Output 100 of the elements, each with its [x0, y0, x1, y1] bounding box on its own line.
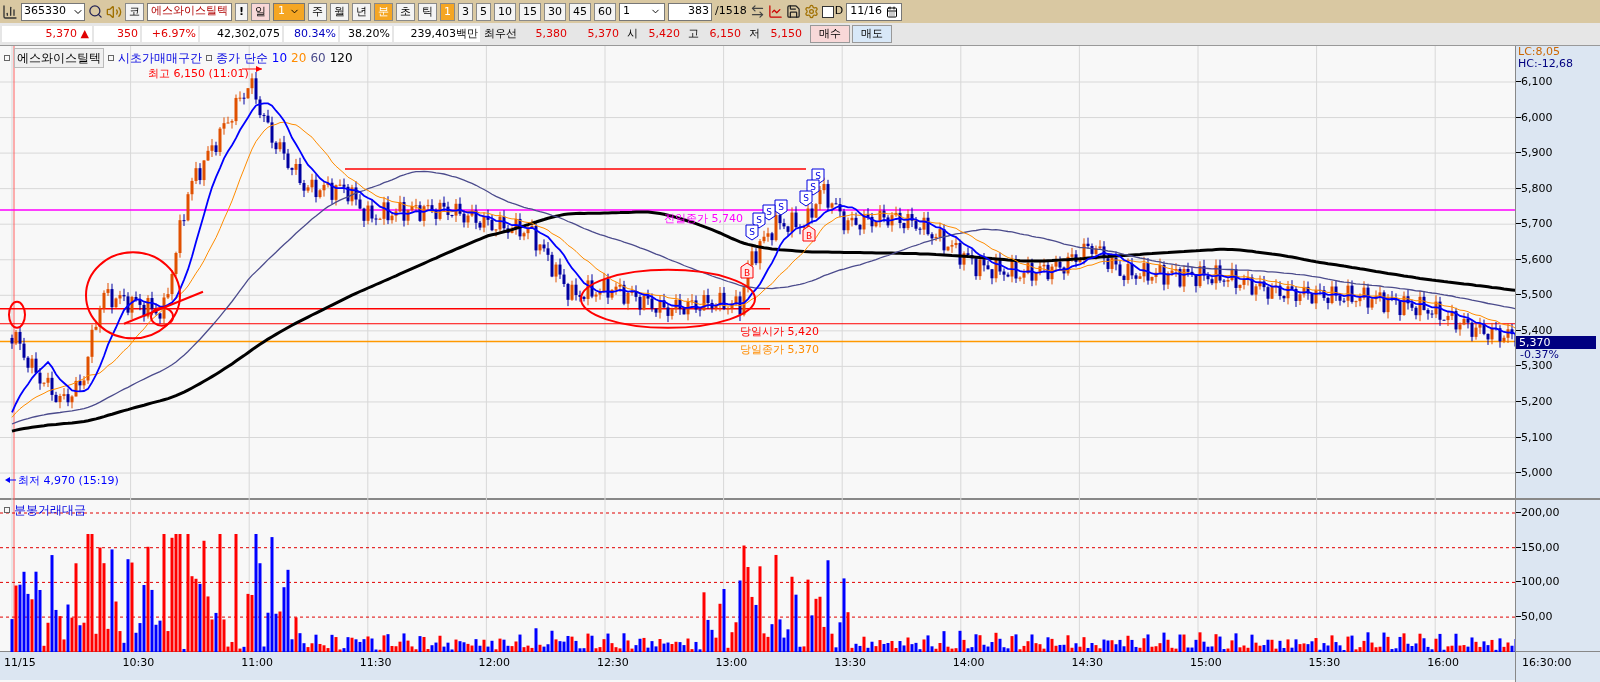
amount-text: 239,403백만 — [394, 25, 480, 43]
current-rate-label: -0.37% — [1520, 348, 1559, 360]
ratio-text: 38.20% — [340, 25, 392, 43]
chart-annotation: 당일시가 5,420 — [740, 325, 819, 338]
legend-marker-icon — [4, 55, 10, 61]
time-axis-label: 10:30 — [122, 655, 155, 671]
count-field[interactable]: 383 — [668, 2, 713, 21]
code-field[interactable]: 365330 — [21, 2, 85, 21]
period-tab[interactable]: 틱 — [418, 2, 438, 21]
volume-axis-label: 200,00 — [1521, 507, 1560, 518]
legend-marker-icon — [206, 55, 212, 61]
period-tab[interactable]: 년 — [352, 2, 372, 21]
price-axis-label: 6,000 — [1521, 111, 1553, 123]
time-axis-label: 11/15 — [4, 655, 36, 671]
highlight-ellipse — [8, 300, 26, 329]
ma-legend: 종가 단순 — [216, 49, 268, 67]
calendar-icon — [885, 5, 898, 18]
ma-period-legend: 60 — [310, 49, 326, 67]
low-text: 5,150 — [769, 25, 802, 42]
time-axis-label: 12:30 — [597, 655, 629, 671]
ma-period-legend: 20 — [291, 49, 307, 67]
buy-signal-marker: B — [740, 262, 754, 279]
time-axis-label: 16:00 — [1427, 655, 1459, 671]
minute-tab[interactable]: 5 — [476, 2, 492, 21]
time-axis-label: 11:30 — [359, 655, 392, 671]
total-count: /1518 — [715, 3, 747, 20]
chart-annotation: 최저 4,970 (15:19) — [18, 474, 119, 487]
sell-signal-marker: S — [745, 224, 759, 241]
ma-period-legend: 120 — [329, 49, 353, 67]
hc-label: HC:-12,68 — [1518, 58, 1574, 69]
arrow-icon — [5, 477, 17, 483]
price-axis-label: 5,500 — [1521, 289, 1553, 301]
save-icon[interactable] — [785, 4, 801, 19]
market-button[interactable]: 코 — [125, 2, 144, 21]
bid-text: 5,370 — [586, 25, 619, 42]
rate-text: +6.97% — [142, 25, 198, 43]
period-tab[interactable]: 월 — [330, 2, 350, 21]
price-axis-label: 5,200 — [1521, 395, 1553, 407]
price-axis-label: 5,700 — [1521, 218, 1553, 230]
legend-marker-icon — [108, 55, 114, 61]
lc-label: LC:8,05 — [1518, 46, 1560, 57]
volume-axis-label: 50,00 — [1521, 611, 1553, 623]
best-label: 최우선 — [483, 25, 518, 42]
interval-field[interactable]: 1 — [619, 2, 666, 21]
checkbox[interactable] — [821, 5, 834, 18]
price-axis-label: 5,300 — [1521, 360, 1553, 372]
time-axis-label: 11:00 — [241, 655, 273, 671]
high-label: 고 — [687, 25, 699, 42]
time-axis-label: 12:00 — [478, 655, 511, 671]
alert-button[interactable]: ! — [235, 2, 249, 21]
change-text: 350 — [94, 25, 140, 43]
current-price-tag: 5,370 — [1516, 335, 1596, 349]
price-axis-label: 5,400 — [1521, 324, 1553, 336]
minute-tab[interactable]: 15 — [519, 2, 542, 21]
open-label: 시 — [626, 25, 638, 42]
volume-legend: 분봉거래대금 — [14, 501, 86, 519]
time-axis-label: 14:00 — [952, 655, 985, 671]
transfer-icon[interactable] — [749, 4, 765, 19]
period-tab[interactable]: 주 — [308, 2, 328, 21]
sell-button[interactable]: 매도 — [852, 25, 892, 43]
volume-axis-label: 150,00 — [1521, 541, 1560, 553]
date-field[interactable]: 11/16 — [846, 2, 902, 21]
time-axis-label: 16:30:00 — [1522, 655, 1572, 671]
minute-tab[interactable]: 3 — [458, 2, 474, 21]
ma-period-legend: 10 — [271, 49, 288, 67]
open-text: 5,420 — [647, 25, 680, 42]
time-axis-label: 14:30 — [1071, 655, 1104, 671]
price-axis-label: 5,600 — [1521, 253, 1553, 265]
minute-tab[interactable]: 60 — [594, 2, 617, 21]
volume-text: 42,302,075 — [200, 25, 282, 43]
minute-tab[interactable]: 30 — [544, 2, 567, 21]
price-axis-label: 5,000 — [1521, 467, 1553, 479]
time-axis-label: 15:00 — [1190, 655, 1222, 671]
chart-link-icon[interactable] — [2, 3, 18, 20]
time-axis-label: 13:30 — [834, 655, 866, 671]
price-text: 5,370 ▲ — [2, 25, 92, 43]
indicator-legend: 시초가매매구간 — [118, 49, 202, 67]
stock-name-field[interactable]: 에스와이스틸텍 — [147, 2, 232, 21]
low-label: 저 — [748, 25, 760, 42]
minute-tab[interactable]: 10 — [494, 2, 517, 21]
volume-axis-label: 100,00 — [1521, 576, 1560, 588]
period-tab[interactable]: 초 — [396, 2, 416, 21]
chart-annotation: 최고 6,150 (11:01) — [148, 67, 249, 80]
stock-legend: 에스와이스틸텍 — [14, 48, 104, 68]
legend-marker-icon — [4, 507, 10, 513]
sell-signal-marker: S — [799, 190, 813, 207]
search-icon[interactable] — [88, 4, 103, 19]
buy-signal-marker: B — [802, 225, 816, 242]
price-axis-label: 5,800 — [1521, 182, 1553, 194]
time-axis-label: 15:30 — [1308, 655, 1341, 671]
buy-button[interactable]: 매수 — [810, 25, 850, 43]
checkbox-label: D — [834, 3, 844, 20]
chart-annotation: 당일종가 5,370 — [740, 343, 819, 356]
day-button[interactable]: 일 — [251, 2, 271, 21]
price-axis-label: 6,100 — [1521, 76, 1553, 87]
ratio-text: 80.34% — [284, 25, 338, 43]
minute-tab[interactable]: 45 — [569, 2, 592, 21]
ask-text: 5,380 — [534, 25, 567, 42]
price-axis-label: 5,100 — [1521, 431, 1553, 443]
time-axis-label: 13:00 — [715, 655, 748, 671]
